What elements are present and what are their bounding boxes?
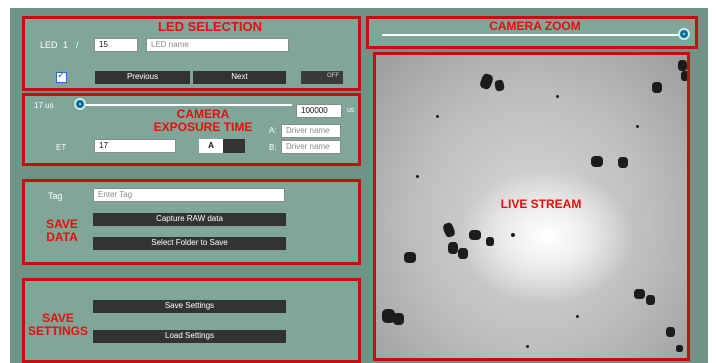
load-settings-button[interactable]: Load Settings: [93, 330, 286, 343]
capture-raw-button[interactable]: Capture RAW data: [93, 213, 286, 226]
particle: [494, 79, 505, 92]
live-stream-heading: LIVE STREAM: [500, 197, 582, 211]
particle: [678, 60, 687, 71]
particle: [591, 156, 603, 167]
driver-b-label: B:: [269, 143, 277, 152]
exposure-max-unit: us: [347, 107, 355, 114]
driver-a-input[interactable]: Driver name: [281, 124, 341, 138]
particle: [511, 233, 515, 237]
particle: [478, 72, 495, 91]
particle: [681, 71, 687, 81]
led-selection-heading: LED SELECTION: [157, 19, 262, 34]
save-settings-button[interactable]: Save Settings: [93, 300, 286, 313]
tag-label: Tag: [48, 191, 63, 201]
particle: [618, 157, 628, 168]
led-power-toggle-label: OFF: [327, 73, 339, 79]
particle: [576, 315, 579, 318]
ab-toggle-selected: A: [199, 139, 223, 153]
particle: [393, 313, 404, 325]
exposure-slider-track[interactable]: [80, 104, 292, 106]
led-separator: /: [76, 40, 79, 50]
particle: [652, 82, 662, 93]
tag-input[interactable]: Enter Tag: [93, 188, 285, 202]
save-data-heading: SAVE DATA: [46, 217, 78, 244]
particle: [458, 248, 468, 259]
exposure-heading: CAMERA EXPOSURE TIME: [153, 107, 253, 134]
save-settings-heading: SAVE SETTINGS: [27, 311, 88, 338]
particle: [676, 345, 683, 352]
led-power-toggle[interactable]: OFF: [301, 71, 343, 84]
et-label: ET: [56, 143, 67, 152]
particle: [526, 345, 529, 348]
led-name-input[interactable]: LED name: [146, 38, 289, 52]
particle: [486, 237, 494, 246]
driver-a-label: A:: [269, 126, 277, 135]
particle: [404, 252, 416, 263]
et-input[interactable]: 17: [94, 139, 176, 153]
particle: [666, 327, 675, 337]
particle: [556, 95, 559, 98]
next-button[interactable]: Next: [193, 71, 286, 84]
driver-b-input[interactable]: Driver name: [281, 140, 341, 154]
ab-toggle[interactable]: A: [199, 139, 245, 153]
camera-zoom-heading: CAMERA ZOOM: [489, 19, 581, 33]
select-folder-button[interactable]: Select Folder to Save: [93, 237, 286, 250]
particle: [448, 242, 458, 254]
led-index: 1: [63, 40, 69, 50]
zoom-slider-knob[interactable]: [678, 28, 690, 40]
particle: [436, 115, 439, 118]
exposure-readout: 17 us: [34, 101, 54, 110]
particle: [634, 289, 645, 299]
particle: [636, 125, 639, 128]
particle: [441, 221, 457, 239]
checkmark-icon: ✓: [57, 70, 66, 81]
previous-button[interactable]: Previous: [95, 71, 190, 84]
led-label: LED: [40, 40, 58, 50]
exposure-max-input[interactable]: 100000: [296, 104, 342, 118]
zoom-slider-track[interactable]: [382, 34, 682, 36]
particle: [416, 175, 419, 178]
live-stream-view[interactable]: LIVE STREAM: [373, 52, 690, 361]
enable-checkbox[interactable]: ✓: [56, 70, 67, 83]
particle: [646, 295, 655, 305]
particle: [469, 230, 481, 240]
led-count-input[interactable]: 15: [94, 38, 138, 52]
exposure-slider-knob[interactable]: [74, 98, 86, 110]
